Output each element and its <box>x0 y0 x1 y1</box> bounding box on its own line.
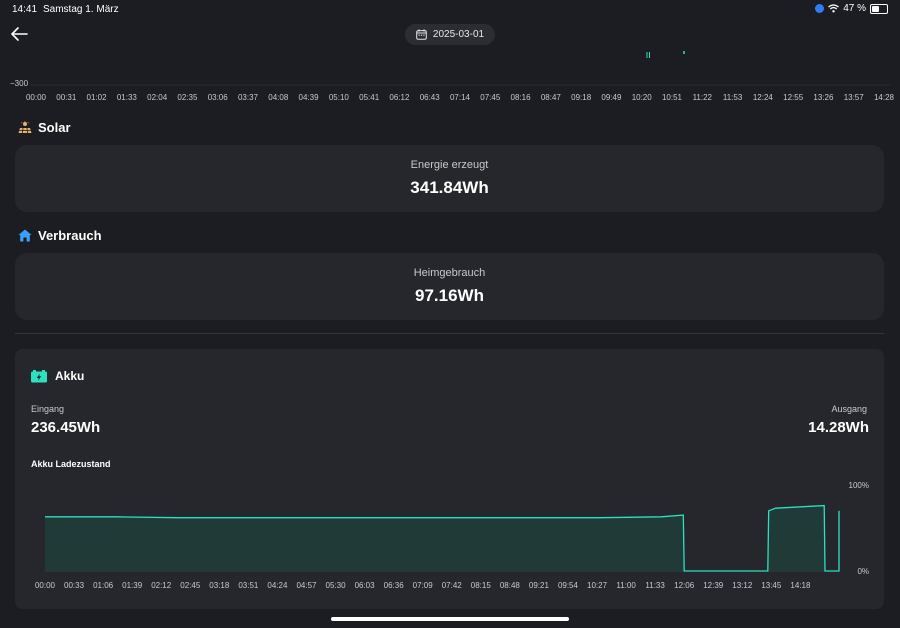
soc-x-tick: 07:09 <box>412 581 433 590</box>
soc-y-tick: 100% <box>849 481 869 490</box>
soc-x-tick: 04:57 <box>296 581 317 590</box>
consumption-card: Heimgebrauch 97.16Wh <box>15 253 884 320</box>
power-x-tick: 01:33 <box>116 93 137 102</box>
home-indicator[interactable] <box>331 617 569 621</box>
soc-x-tick: 07:42 <box>441 581 462 590</box>
solar-card: Energie erzeugt 341.84Wh <box>15 145 884 212</box>
power-y-tick: −300 <box>10 79 29 88</box>
power-x-tick: 05:10 <box>328 93 349 102</box>
power-x-tick: 10:20 <box>631 93 652 102</box>
soc-area <box>45 505 839 571</box>
soc-x-tick: 04:24 <box>267 581 288 590</box>
soc-x-tick: 13:45 <box>761 581 782 590</box>
soc-x-tick: 13:12 <box>732 581 753 590</box>
soc-y-tick: 0% <box>857 567 869 576</box>
power-x-tick: 09:49 <box>601 93 622 102</box>
soc-x-tick: 14:18 <box>790 581 811 590</box>
soc-x-tick: 08:15 <box>470 581 491 590</box>
power-x-tick: 10:51 <box>661 93 683 102</box>
soc-x-tick: 06:36 <box>383 581 404 590</box>
consumption-label: Heimgebrauch <box>413 267 486 279</box>
power-x-tick: 11:22 <box>692 93 712 102</box>
back-arrow-icon[interactable] <box>10 26 28 42</box>
soc-x-tick: 10:27 <box>587 581 608 590</box>
date-picker-button[interactable]: 2025-03-01 <box>405 24 495 45</box>
soc-x-tick: 09:21 <box>528 581 549 590</box>
status-right: 47 % <box>815 3 888 14</box>
soc-x-tick: 06:03 <box>354 581 375 590</box>
power-x-tick: 08:16 <box>510 93 531 102</box>
battery-icon <box>870 3 888 14</box>
home-icon <box>18 229 32 242</box>
selected-date: 2025-03-01 <box>432 29 485 40</box>
soc-x-tick: 00:00 <box>34 581 56 590</box>
location-icon <box>815 4 825 13</box>
soc-x-tick: 02:45 <box>180 581 201 590</box>
status-date: Samstag 1. März <box>43 4 119 15</box>
power-x-tick: 04:39 <box>298 93 319 102</box>
power-x-tick: 01:02 <box>86 93 107 102</box>
solar-panel-icon <box>18 121 32 134</box>
solar-title: Solar <box>38 120 71 135</box>
power-x-tick: 03:06 <box>207 93 228 102</box>
soc-x-tick: 12:06 <box>674 581 695 590</box>
divider <box>15 333 884 334</box>
power-x-tick: 06:43 <box>419 93 440 102</box>
consumption-section-title: Verbrauch <box>18 228 102 243</box>
soc-chart: 100% 0% <box>45 481 869 576</box>
battery-percent: 47 % <box>843 3 866 14</box>
power-x-tick: 00:31 <box>56 93 77 102</box>
power-x-tick: 07:14 <box>449 93 471 102</box>
consumption-value: 97.16Wh <box>415 286 484 305</box>
power-x-tick: 03:37 <box>237 93 259 102</box>
power-x-tick: 12:55 <box>783 93 804 102</box>
power-x-tick: 13:26 <box>813 93 834 102</box>
consumption-title: Verbrauch <box>38 228 102 243</box>
calendar-icon <box>416 29 427 40</box>
power-x-axis: 00:00 00:31 01:02 01:33 02:04 02:35 03:06 03:37… <box>0 93 900 105</box>
wifi-icon <box>828 4 840 13</box>
power-x-tick: 02:04 <box>147 93 168 102</box>
power-x-tick: 13:57 <box>843 93 864 102</box>
soc-x-axis: 00:00 00:33 01:06 01:39 02:12 02:45 03:18 03:51… <box>15 581 884 593</box>
solar-value: 341.84Wh <box>410 178 489 197</box>
soc-x-tick: 05:30 <box>325 581 346 590</box>
soc-x-tick: 08:48 <box>499 581 520 590</box>
soc-x-tick: 03:51 <box>238 581 259 590</box>
power-x-tick: 04:08 <box>268 93 289 102</box>
power-x-tick: 00:00 <box>25 93 47 102</box>
power-x-tick: 07:45 <box>480 93 501 102</box>
solar-label: Energie erzeugt <box>410 159 489 171</box>
soc-x-tick: 01:06 <box>93 581 114 590</box>
solar-section-title: Solar <box>18 120 71 135</box>
soc-x-tick: 11:33 <box>645 581 665 590</box>
soc-x-tick: 03:18 <box>209 581 230 590</box>
power-x-tick: 05:41 <box>359 93 380 102</box>
power-x-tick: 09:18 <box>571 93 592 102</box>
power-x-tick: 11:53 <box>722 93 743 102</box>
soc-x-tick: 09:54 <box>557 581 578 590</box>
power-x-tick: 12:24 <box>752 93 773 102</box>
soc-x-tick: 02:12 <box>151 581 172 590</box>
soc-x-tick: 12:39 <box>703 581 724 590</box>
power-x-tick: 14:28 <box>873 93 895 102</box>
status-time: 14:41 <box>12 4 38 15</box>
soc-x-tick: 00:33 <box>64 581 85 590</box>
soc-x-tick: 01:39 <box>122 581 143 590</box>
akku-card: Akku Eingang 236.45Wh Ausgang 14.28Wh Ak… <box>15 349 884 609</box>
power-x-tick: 08:47 <box>540 93 561 102</box>
power-x-tick: 06:12 <box>389 93 410 102</box>
status-bar: 14:41 Samstag 1. März 47 % <box>0 0 900 18</box>
power-x-tick: 02:35 <box>177 93 198 102</box>
soc-x-tick: 11:00 <box>616 581 636 590</box>
